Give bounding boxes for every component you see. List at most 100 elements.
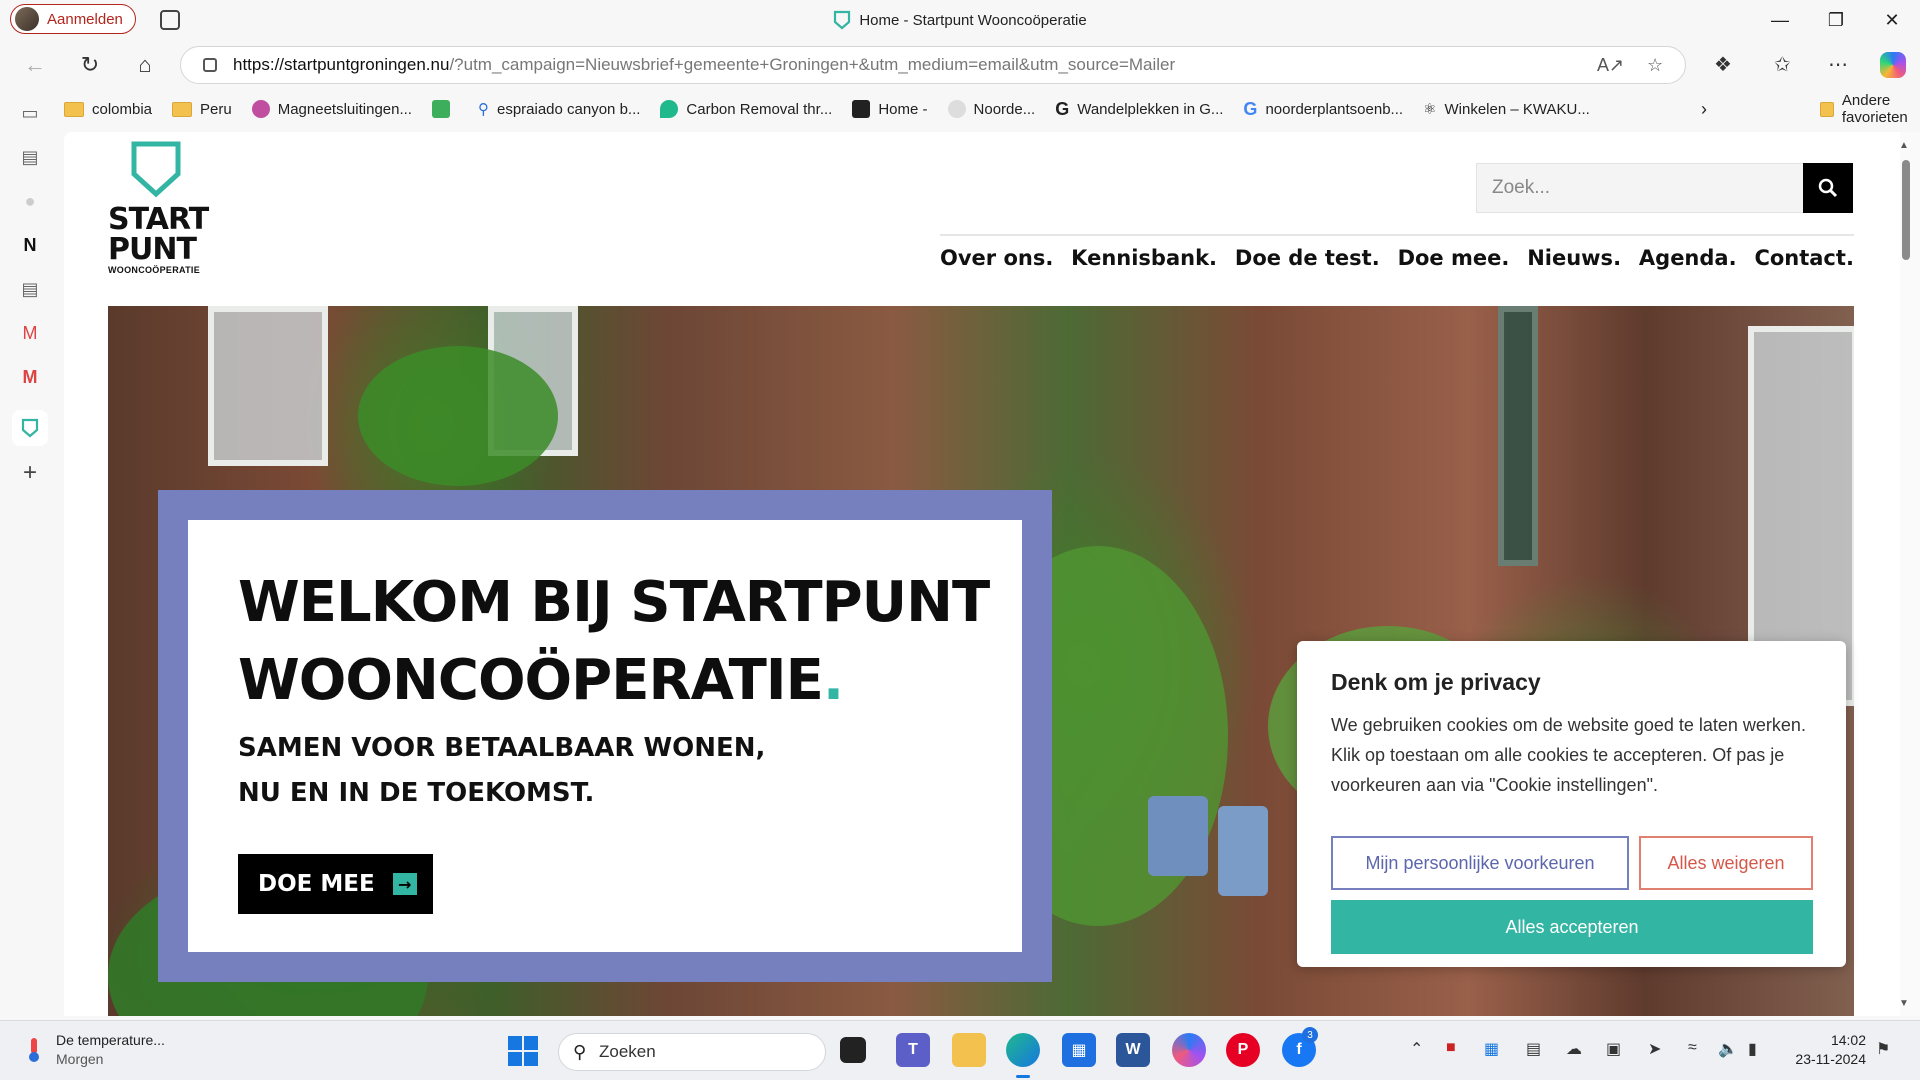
favorite-item[interactable]: ⚛ Winkelen – KWAKU...	[1423, 100, 1590, 119]
tab-actions-icon[interactable]: ▭	[19, 102, 41, 124]
nav-over-ons[interactable]: Over ons	[940, 246, 1053, 270]
favorite-item[interactable]: G Wandelplekken in G...	[1055, 99, 1223, 120]
copilot-app-icon[interactable]	[1172, 1033, 1206, 1067]
minimize-icon[interactable]: —	[1752, 0, 1808, 40]
task-view-icon[interactable]	[840, 1037, 866, 1063]
scrollbar-thumb[interactable]	[1902, 160, 1910, 260]
site-logo[interactable]: START PUNT WOONCOÖPERATIE	[108, 140, 209, 275]
url-text[interactable]: https://startpuntgroningen.nu/?utm_campa…	[233, 55, 1553, 75]
collections-icon[interactable]: ▤	[19, 146, 41, 168]
location-icon[interactable]: ➤	[1648, 1039, 1661, 1059]
favorites-icon[interactable]: ✩	[1774, 52, 1791, 77]
shortcut-icon[interactable]: ●	[19, 190, 41, 212]
page-scrollbar[interactable]	[1900, 132, 1920, 1016]
home-icon[interactable]: ⌂	[130, 50, 160, 80]
nav-doe-mee[interactable]: Doe mee	[1398, 246, 1510, 270]
weather-widget[interactable]: De temperature... Morgen	[22, 1031, 165, 1069]
tray-app-icon[interactable]: ▣	[1606, 1039, 1621, 1059]
folder-icon	[1820, 101, 1834, 117]
logo-line2: PUNT	[108, 232, 197, 267]
favorites-bar: colombia Peru Magneetsluitingen... ⚲ espr…	[64, 90, 1920, 128]
cookie-reject-button[interactable]: Alles weigeren	[1639, 836, 1813, 890]
browser-toolbar: ← ↻ ⌂ https://startpuntgroningen.nu/?utm…	[0, 40, 1920, 90]
tray-app-icon[interactable]: ▤	[1526, 1039, 1541, 1059]
site-search-input[interactable]: Zoek...	[1476, 163, 1804, 213]
search-icon: ⚲	[573, 1042, 587, 1062]
favorite-item[interactable]: Peru	[172, 101, 232, 118]
tray-chevron-up-icon[interactable]: ⌃	[1410, 1039, 1423, 1059]
notification-bell-icon[interactable]: ⚑	[1876, 1039, 1890, 1059]
calendar-icon[interactable]: ▤	[19, 278, 41, 300]
cookie-dialog: Denk om je privacy We gebruiken cookies …	[1297, 641, 1846, 967]
read-aloud-icon[interactable]: A↗	[1597, 55, 1624, 76]
word-icon[interactable]: W	[1116, 1033, 1150, 1067]
cookie-preferences-button[interactable]: Mijn persoonlijke voorkeuren	[1331, 836, 1629, 890]
favorite-item[interactable]: colombia	[64, 101, 152, 118]
start-button[interactable]	[508, 1036, 538, 1066]
taskbar-search[interactable]: ⚲ Zoeken	[558, 1033, 826, 1071]
chevron-right-icon[interactable]: ›	[1701, 99, 1707, 120]
site-icon	[251, 100, 270, 118]
mail-icon[interactable]: M	[19, 322, 41, 344]
back-icon[interactable]: ←	[20, 50, 50, 80]
favorite-item[interactable]	[431, 100, 458, 118]
restore-icon[interactable]: ❐	[1808, 0, 1864, 40]
battery-icon[interactable]: ▮	[1748, 1039, 1757, 1059]
favorite-item[interactable]: ⚲ espraiado canyon b...	[477, 100, 640, 119]
store-icon[interactable]: ▦	[1062, 1033, 1096, 1067]
tray-app-icon[interactable]: ▦	[1484, 1039, 1499, 1059]
site-icon	[947, 100, 966, 118]
scroll-up-icon[interactable]: ▲	[1899, 140, 1909, 151]
arrow-right-icon: →	[392, 873, 417, 895]
startpunt-sidebar-icon[interactable]	[12, 410, 48, 446]
nav-nieuws[interactable]: Nieuws	[1527, 246, 1621, 270]
browser-sidebar: ▭ ▤ ● N ▤ M M +	[0, 90, 58, 1020]
lock-icon[interactable]	[203, 58, 217, 72]
teams-icon[interactable]: T	[896, 1033, 930, 1067]
address-bar[interactable]: https://startpuntgroningen.nu/?utm_campa…	[180, 46, 1686, 84]
nav-kennisbank[interactable]: Kennisbank	[1071, 246, 1217, 270]
nav-contact[interactable]: Contact	[1754, 246, 1853, 270]
close-icon[interactable]: ✕	[1864, 0, 1920, 40]
windows-taskbar: De temperature... Morgen ⚲ Zoeken T ▦ W …	[0, 1020, 1920, 1080]
nav-doe-de-test[interactable]: Doe de test	[1235, 246, 1380, 270]
volume-muted-icon[interactable]: 🔈	[1718, 1039, 1738, 1059]
add-icon[interactable]: +	[19, 459, 41, 486]
tab-title: Home - Startpunt Wooncoöperatie	[859, 11, 1087, 29]
favorite-item[interactable]: Home -	[852, 100, 928, 118]
scroll-down-icon[interactable]: ▼	[1899, 998, 1909, 1009]
other-favorites[interactable]: Andere favorieten	[1820, 90, 1920, 128]
edge-icon[interactable]	[1006, 1033, 1040, 1067]
wifi-icon[interactable]: ≈	[1688, 1039, 1697, 1057]
google-icon: G	[1243, 98, 1258, 119]
logo-subtitle: WOONCOÖPERATIE	[108, 265, 201, 275]
reload-icon[interactable]: ↻	[75, 50, 105, 80]
more-menu-icon[interactable]: ⋯	[1828, 52, 1848, 77]
cookie-text: We gebruiken cookies om de website goed …	[1331, 715, 1806, 795]
gmail-icon[interactable]: M	[19, 366, 41, 388]
facebook-badge: 3	[1302, 1027, 1318, 1043]
site-search-button[interactable]	[1803, 163, 1853, 213]
pinterest-icon[interactable]: P	[1226, 1033, 1260, 1067]
cookie-accept-button[interactable]: Alles accepteren	[1331, 900, 1813, 954]
extensions-icon[interactable]: ❖	[1714, 52, 1732, 77]
hero-card: WELKOM BIJ STARTPUNT WOONCOÖPERATIE. SAM…	[188, 520, 1022, 952]
tray-app-icon[interactable]: ■	[1446, 1039, 1456, 1057]
search-icon: ⚲	[477, 101, 489, 118]
favorite-item[interactable]: Carbon Removal thr...	[660, 100, 832, 118]
favorite-item[interactable]: Gnoorderplantsoenb...	[1243, 99, 1403, 120]
file-explorer-icon[interactable]	[952, 1033, 986, 1067]
taskbar-clock[interactable]: 14:02 23-11-2024	[1778, 1031, 1866, 1069]
tray-cloud-icon[interactable]: ☁	[1566, 1039, 1582, 1059]
favorite-star-icon[interactable]: ☆	[1647, 55, 1663, 76]
nav-agenda[interactable]: Agenda	[1639, 246, 1737, 270]
favorite-item[interactable]: Magneetsluitingen...	[251, 100, 412, 118]
flowerpot-decoration	[1148, 796, 1208, 876]
active-app-indicator	[1016, 1075, 1030, 1078]
copilot-icon[interactable]	[1880, 52, 1906, 78]
favorite-item[interactable]: Noorde...	[947, 100, 1035, 118]
shield-logo-icon	[131, 141, 181, 198]
news-app-icon[interactable]: N	[19, 234, 41, 256]
doe-mee-button[interactable]: DOE MEE →	[238, 854, 433, 914]
hero-subtitle: SAMEN VOOR BETAALBAAR WONEN, NU EN IN DE…	[238, 733, 766, 808]
